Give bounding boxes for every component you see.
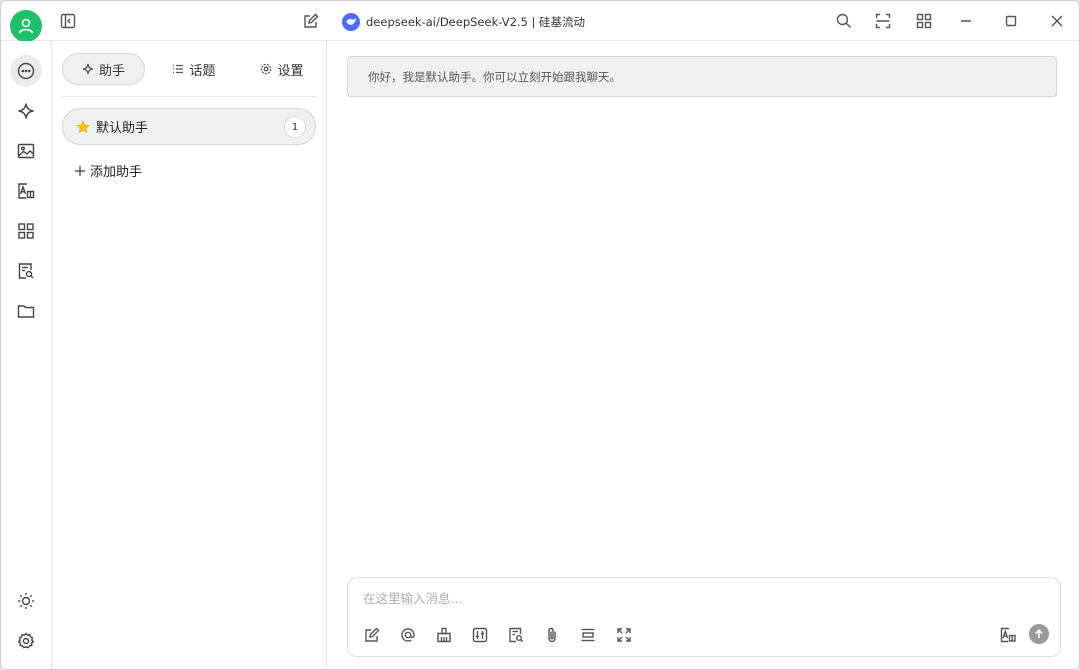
- add-assistant-label: 添加助手: [90, 165, 143, 180]
- model-selector[interactable]: deepseek-ai/DeepSeek-V2.5 | 硅基流动: [342, 12, 585, 32]
- model-name: deepseek-ai/DeepSeek-V2.5 | 硅基流动: [366, 15, 586, 29]
- minimize-icon[interactable]: [957, 12, 975, 30]
- maximize-icon[interactable]: [1002, 12, 1020, 30]
- new-chat-edit-icon[interactable]: [302, 12, 320, 30]
- panel-tabs: 助手 话题 设置: [62, 53, 316, 97]
- rail-agents[interactable]: [10, 95, 42, 127]
- clear-broom-icon[interactable]: [434, 625, 454, 645]
- list-icon: [173, 64, 184, 74]
- message-composer: [347, 577, 1061, 657]
- topic-count-badge: 1: [284, 116, 306, 138]
- send-button[interactable]: [1029, 624, 1049, 644]
- add-assistant-button[interactable]: 添加助手: [74, 161, 142, 180]
- new-topic-icon[interactable]: [362, 625, 382, 645]
- grid-icon[interactable]: [915, 12, 933, 30]
- app-window: deepseek-ai/DeepSeek-V2.5 | 硅基流动 助手 话题 设…: [0, 0, 1080, 670]
- deepseek-logo-icon: [342, 13, 360, 31]
- theme-icon: [18, 593, 34, 609]
- rail-image[interactable]: [10, 135, 42, 167]
- assistants-panel: 助手 话题 设置 默认助手 1 添加助手: [52, 41, 327, 669]
- fullscreen-icon[interactable]: [614, 625, 634, 645]
- rail-translate[interactable]: [10, 175, 42, 207]
- sliders-icon[interactable]: [470, 625, 490, 645]
- title-bar: deepseek-ai/DeepSeek-V2.5 | 硅基流动: [1, 1, 1079, 42]
- chat-icon: [17, 62, 35, 80]
- tab-assistants[interactable]: 助手: [62, 53, 145, 85]
- sparkle-icon: [82, 63, 94, 75]
- user-icon: [18, 18, 34, 34]
- knowledge-search-icon[interactable]: [506, 625, 526, 645]
- rail-theme[interactable]: [10, 585, 42, 617]
- message-input[interactable]: [363, 588, 963, 608]
- document-search-icon: [18, 263, 34, 279]
- mention-icon[interactable]: [398, 625, 418, 645]
- search-icon[interactable]: [835, 12, 853, 30]
- assistant-label: 默认助手: [96, 121, 149, 136]
- sparkle-icon: [18, 103, 34, 119]
- rail-chat[interactable]: [10, 55, 42, 87]
- translate-icon: [18, 183, 35, 199]
- tab-label: 设置: [277, 63, 304, 79]
- tab-settings[interactable]: 设置: [242, 53, 322, 85]
- nav-rail: [1, 41, 52, 669]
- close-icon[interactable]: [1048, 12, 1066, 30]
- rail-settings[interactable]: [10, 625, 42, 657]
- rail-files[interactable]: [10, 295, 42, 327]
- rail-apps[interactable]: [10, 215, 42, 247]
- image-icon: [17, 143, 35, 159]
- star-icon: [76, 119, 90, 133]
- translate-icon[interactable]: [998, 625, 1018, 645]
- gear-icon: [261, 63, 272, 75]
- arrow-up-icon: [1035, 629, 1043, 638]
- assistant-item-default[interactable]: 默认助手 1: [62, 108, 316, 145]
- tab-label: 助手: [98, 63, 125, 79]
- settings-icon: [17, 632, 35, 649]
- rail-knowledge[interactable]: [10, 255, 42, 287]
- plus-icon: [75, 165, 85, 176]
- chat-area: 你好，我是默认助手。你可以立刻开始跟我聊天。: [327, 41, 1079, 669]
- folder-icon: [17, 305, 35, 318]
- tab-topics[interactable]: 话题: [154, 53, 234, 85]
- attachment-icon[interactable]: [542, 625, 562, 645]
- sidebar-toggle-icon[interactable]: [59, 12, 77, 30]
- tab-label: 话题: [189, 63, 216, 79]
- apps-icon: [18, 223, 34, 239]
- expand-lines-icon[interactable]: [578, 625, 598, 645]
- user-avatar[interactable]: [10, 10, 42, 42]
- assistant-greeting: 你好，我是默认助手。你可以立刻开始跟我聊天。: [347, 56, 1057, 97]
- scan-icon[interactable]: [874, 12, 892, 30]
